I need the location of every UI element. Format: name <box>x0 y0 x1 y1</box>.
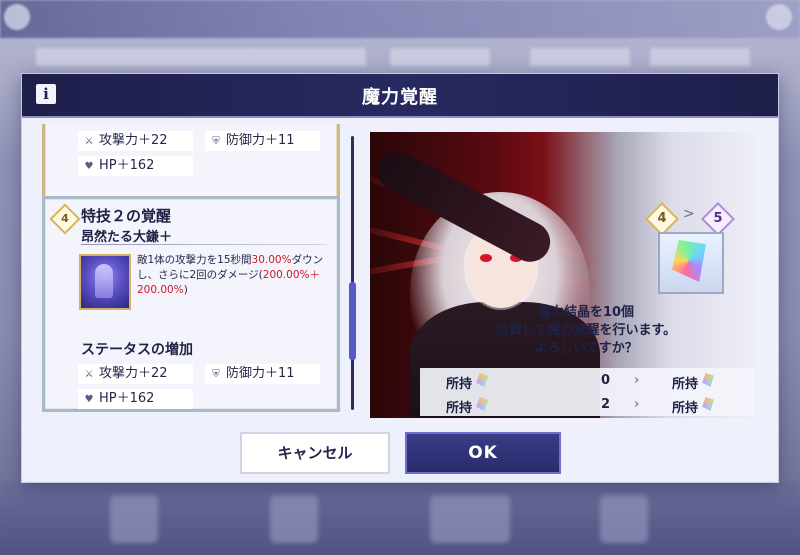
confirm-message: 魔力結晶を10個 消費して魔力覚醒を行います。 よろしいですか？ <box>495 305 677 356</box>
chevron-right-icon: › <box>634 373 640 388</box>
cancel-button[interactable]: キャンセル <box>240 432 390 474</box>
shield-icon: ⛨ <box>212 136 220 147</box>
background-tab <box>650 48 750 66</box>
stat-attack: ⚔ 攻撃力＋22 <box>78 131 193 151</box>
background-tab <box>530 48 630 66</box>
crystal-icon <box>672 240 706 282</box>
magic-crystal-item <box>658 232 724 294</box>
chevron-right-icon: › <box>634 397 640 412</box>
character-eye <box>480 254 492 262</box>
character-art: 4 > 5 魔力結晶を10個 消費して魔力覚醒を行います。 よろしいですか？ 所… <box>370 132 756 418</box>
background-footer-item <box>600 495 648 543</box>
background-panel <box>36 48 366 66</box>
awaken-card-skill2: 4 特技２の覚醒 昂然たる大鎌＋ 敵1体の攻撃力を15秒間30.00%ダウンし、… <box>42 196 340 412</box>
background-footer-item <box>110 495 158 543</box>
chevron-right-icon: > <box>683 206 695 222</box>
skill-title: 特技２の覚醒 <box>81 207 172 225</box>
scrollbar[interactable] <box>349 136 356 410</box>
status-heading: ステータスの増加 <box>81 342 193 358</box>
background-tab <box>390 48 490 66</box>
ok-button[interactable]: OK <box>405 432 561 474</box>
shield-icon: ⛨ <box>212 369 220 380</box>
heart-icon: ♥ <box>84 161 94 172</box>
background-footer-item <box>270 495 318 543</box>
background-back-icon <box>4 4 30 30</box>
crystal-icon <box>476 397 488 411</box>
scythe-skill-icon <box>79 254 131 310</box>
sword-icon: ⚔ <box>84 369 94 380</box>
crystal-icon <box>476 373 488 387</box>
dialog-header: i 魔力覚醒 <box>22 74 778 118</box>
skill-name: 昂然たる大鎌＋ <box>81 230 173 245</box>
skill-description: 敵1体の攻撃力を15秒間30.00%ダウンし、さらに2回のダメージ(200.00… <box>137 254 324 296</box>
crystal-icon <box>702 397 714 411</box>
owned-row: 所持 2 › 所持 -8 <box>420 394 754 416</box>
stat-defense: ⛨ 防御力＋11 <box>205 131 320 151</box>
owned-row: 所持 0 › 所持 0 <box>420 370 754 392</box>
sword-icon: ⚔ <box>84 136 94 147</box>
crystal-icon <box>702 373 714 387</box>
heart-icon: ♥ <box>84 394 94 405</box>
level-from-badge: 4 <box>645 202 679 236</box>
awaken-dialog: i 魔力覚醒 ⚔ 攻撃力＋22 ⛨ 防御力＋11 ♥ HP＋162 4 特技２の覚醒 … <box>22 74 778 482</box>
owned-box: 所持 0 › 所持 0 所持 2 › 所持 -8 <box>420 368 754 416</box>
dialog-title: 魔力覚醒 <box>362 87 438 108</box>
background-top-bar <box>0 0 800 38</box>
awaken-list[interactable]: ⚔ 攻撃力＋22 ⛨ 防御力＋11 ♥ HP＋162 4 特技２の覚醒 昂然たる大鎌＋… <box>36 124 372 414</box>
level-to-badge: 5 <box>701 202 735 236</box>
stat-defense: ⛨ 防御力＋11 <box>205 364 320 384</box>
stat-hp: ♥ HP＋162 <box>78 389 193 409</box>
divider <box>81 244 327 245</box>
background-footer-item <box>430 495 510 543</box>
stat-hp: ♥ HP＋162 <box>78 156 193 176</box>
scrollbar-thumb[interactable] <box>349 282 356 360</box>
background-menu-icon <box>766 4 792 30</box>
stat-attack: ⚔ 攻撃力＋22 <box>78 364 193 384</box>
level-badge: 4 <box>49 203 81 235</box>
